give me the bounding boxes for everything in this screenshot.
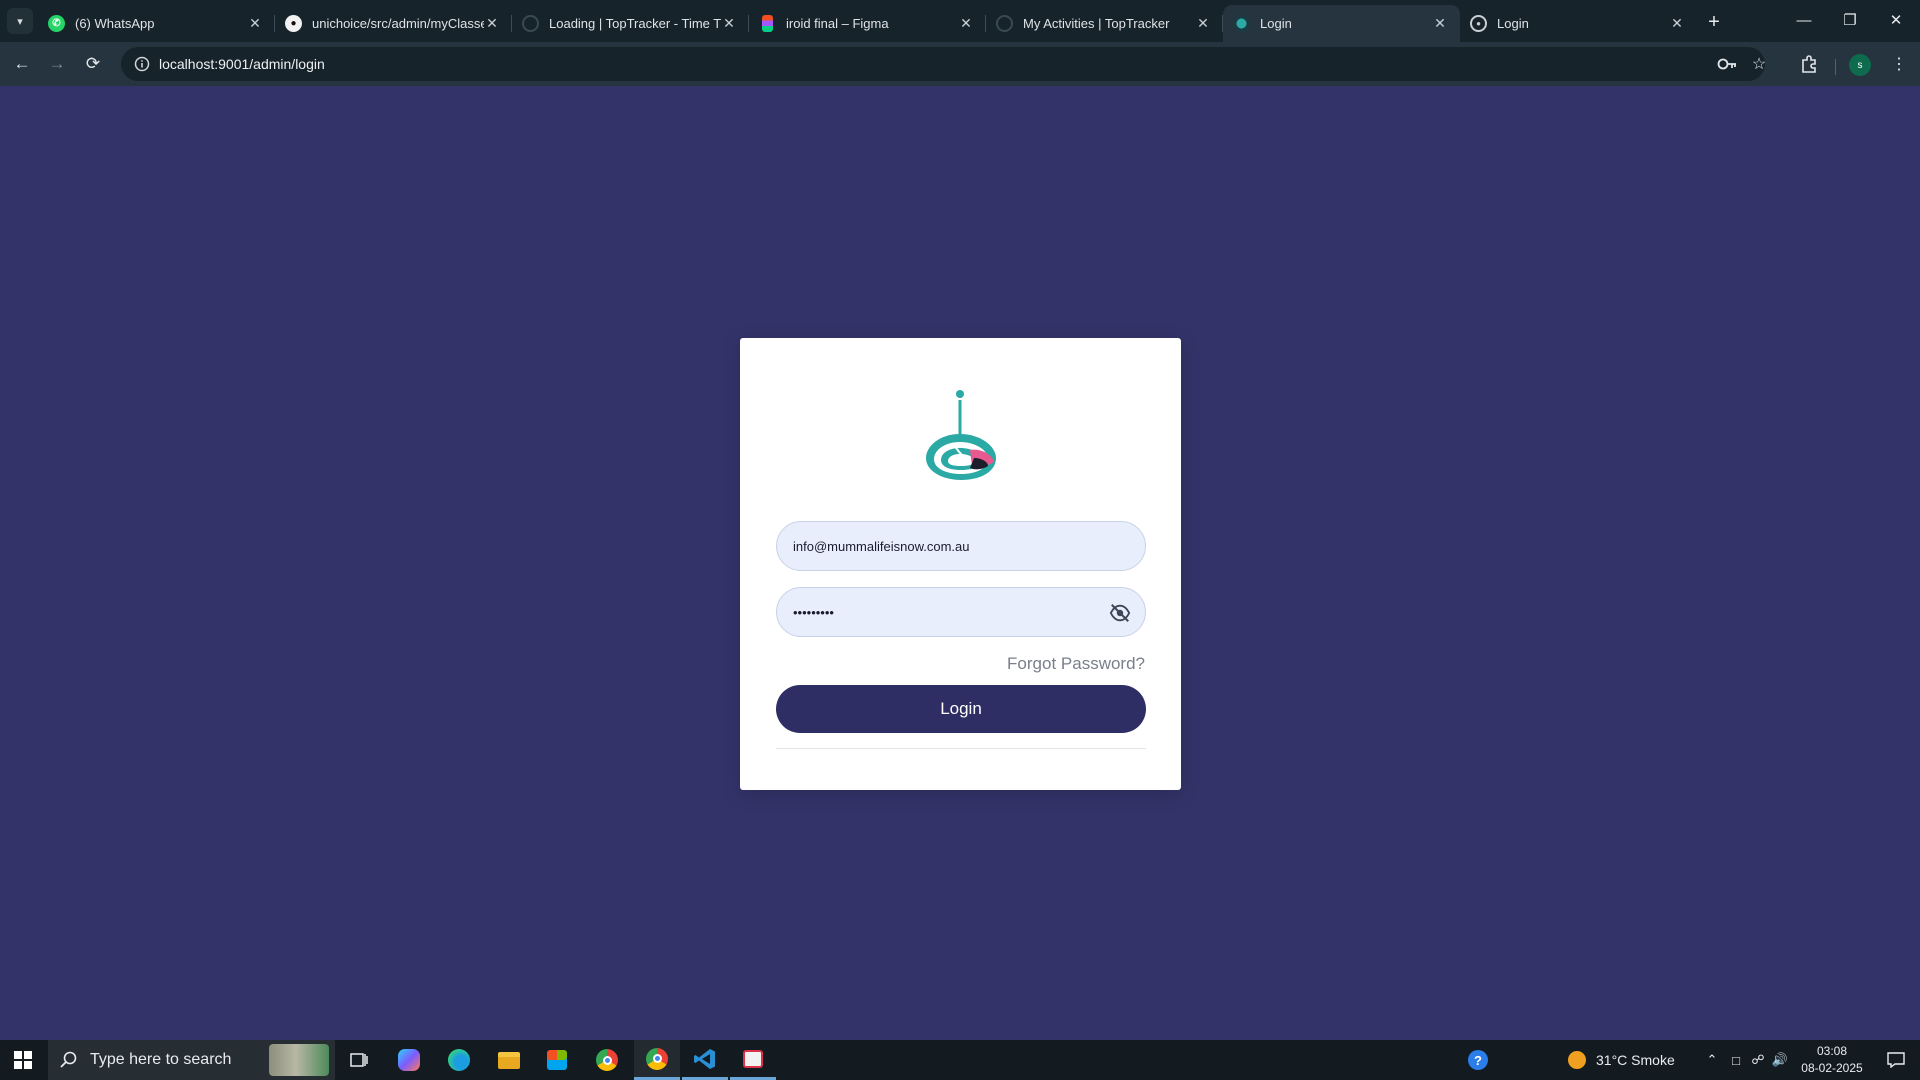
app-logo [926,390,996,480]
windows-logo-icon [14,1051,32,1069]
tab-figma[interactable]: iroid final – Figma ✕ [749,5,986,42]
close-icon[interactable]: ✕ [958,15,974,32]
tab-title: (6) WhatsApp [75,16,155,31]
back-button[interactable]: ← [8,50,36,78]
search-icon [60,1051,77,1068]
vscode-icon[interactable] [682,1040,728,1080]
clock-time: 03:08 [1816,1044,1848,1058]
close-icon[interactable]: ✕ [247,15,263,32]
browser-toolbar: ← → ⟳ localhost:9001/admin/login ☆ s ⋮ [0,42,1920,86]
login-button[interactable]: Login [776,685,1146,733]
loading-icon [522,15,539,32]
close-icon[interactable]: ✕ [1432,15,1448,32]
tray-chevron-up-icon[interactable]: ⌃ [1702,1040,1722,1080]
tab-toptracker-loading[interactable]: Loading | TopTracker - Time Tracker ✕ [512,5,749,42]
volume-icon[interactable]: 🔊 [1770,1040,1790,1080]
eye-slash-icon[interactable] [1109,602,1131,624]
clock-date: 08-02-2025 [1801,1061,1863,1075]
tab-title: Loading | TopTracker - Time Tracker [549,16,721,31]
taskbar-search[interactable]: Type here to search [48,1040,335,1080]
email-field[interactable] [776,521,1146,571]
taskbar: Type here to search ? 31°C Smoke ⌃ □ ☍ 🔊… [0,1040,1920,1080]
chrome-profile-icon[interactable] [634,1040,680,1080]
help-icon[interactable]: ? [1464,1040,1492,1080]
taskbar-clock[interactable]: 03:08 08-02-2025 [1792,1043,1872,1077]
tab-title: Login [1260,16,1292,31]
weather-widget[interactable]: 31°C Smoke [1568,1040,1692,1080]
password-key-icon[interactable] [1713,50,1741,78]
chevron-down-icon: ▾ [17,15,23,28]
tab-login-active[interactable]: Login ✕ [1223,5,1460,42]
tab-title: Login [1497,16,1529,31]
globe-icon: ● [1470,15,1487,32]
login-card: Forgot Password? Login [740,338,1181,790]
meet-now-icon[interactable]: □ [1726,1040,1746,1080]
close-window-button[interactable]: ✕ [1873,0,1919,40]
address-bar[interactable]: localhost:9001/admin/login [121,47,1765,81]
tab-title: iroid final – Figma [786,16,889,31]
email-input[interactable] [793,538,1093,554]
restore-button[interactable]: ❐ [1827,0,1873,40]
network-icon[interactable]: ☍ [1748,1040,1768,1080]
bookmark-star-icon[interactable]: ☆ [1745,50,1773,78]
tab-whatsapp[interactable]: ✆ (6) WhatsApp ✕ [38,5,275,42]
close-icon[interactable]: ✕ [1195,15,1211,32]
browser-tab-strip: ▾ ✆ (6) WhatsApp ✕ ● unichoice/src/admin… [0,0,1920,42]
password-input[interactable] [793,604,1093,620]
tab-github[interactable]: ● unichoice/src/admin/myClasses ✕ [275,5,512,42]
app-logo-icon [1233,15,1250,32]
password-field[interactable] [776,587,1146,637]
snipping-tool-icon[interactable] [730,1040,776,1080]
figma-icon [762,15,773,32]
tab-my-activities[interactable]: My Activities | TopTracker ✕ [986,5,1223,42]
card-divider [776,748,1146,749]
close-icon[interactable]: ✕ [721,15,737,32]
tab-search-button[interactable]: ▾ [7,8,33,34]
loading-icon [996,15,1013,32]
tab-login[interactable]: ● Login ✕ [1460,5,1697,42]
tab-list: ✆ (6) WhatsApp ✕ ● unichoice/src/admin/m… [38,5,1697,42]
tab-title: My Activities | TopTracker [1023,16,1170,31]
search-highlight-illustration [269,1044,329,1076]
url-text: localhost:9001/admin/login [159,56,325,72]
search-placeholder: Type here to search [90,1051,232,1068]
reload-button[interactable]: ⟳ [79,50,107,78]
minimize-button[interactable]: — [1781,0,1827,40]
tab-title: unichoice/src/admin/myClasses [312,16,484,31]
profile-avatar[interactable]: s [1849,54,1871,76]
edge-browser-icon[interactable] [436,1040,482,1080]
notifications-icon[interactable] [1876,1040,1916,1080]
more-menu-icon[interactable]: ⋮ [1885,50,1913,78]
chrome-icon[interactable] [584,1040,630,1080]
close-icon[interactable]: ✕ [484,15,500,32]
windows-start-button[interactable] [0,1040,46,1080]
file-explorer-icon[interactable] [486,1040,532,1080]
forward-button[interactable]: → [43,50,71,78]
task-view-icon[interactable] [336,1040,382,1080]
site-info-icon[interactable] [127,56,157,72]
whatsapp-icon: ✆ [48,15,65,32]
weather-text: 31°C Smoke [1596,1052,1675,1068]
new-tab-button[interactable]: + [1700,8,1728,36]
forgot-password-link[interactable]: Forgot Password? [1007,654,1145,674]
copilot-icon[interactable] [386,1040,432,1080]
weather-sun-icon [1568,1051,1586,1069]
close-icon[interactable]: ✕ [1669,15,1685,32]
extensions-icon[interactable] [1795,50,1823,78]
github-icon: ● [285,15,302,32]
microsoft-store-icon[interactable] [534,1040,580,1080]
